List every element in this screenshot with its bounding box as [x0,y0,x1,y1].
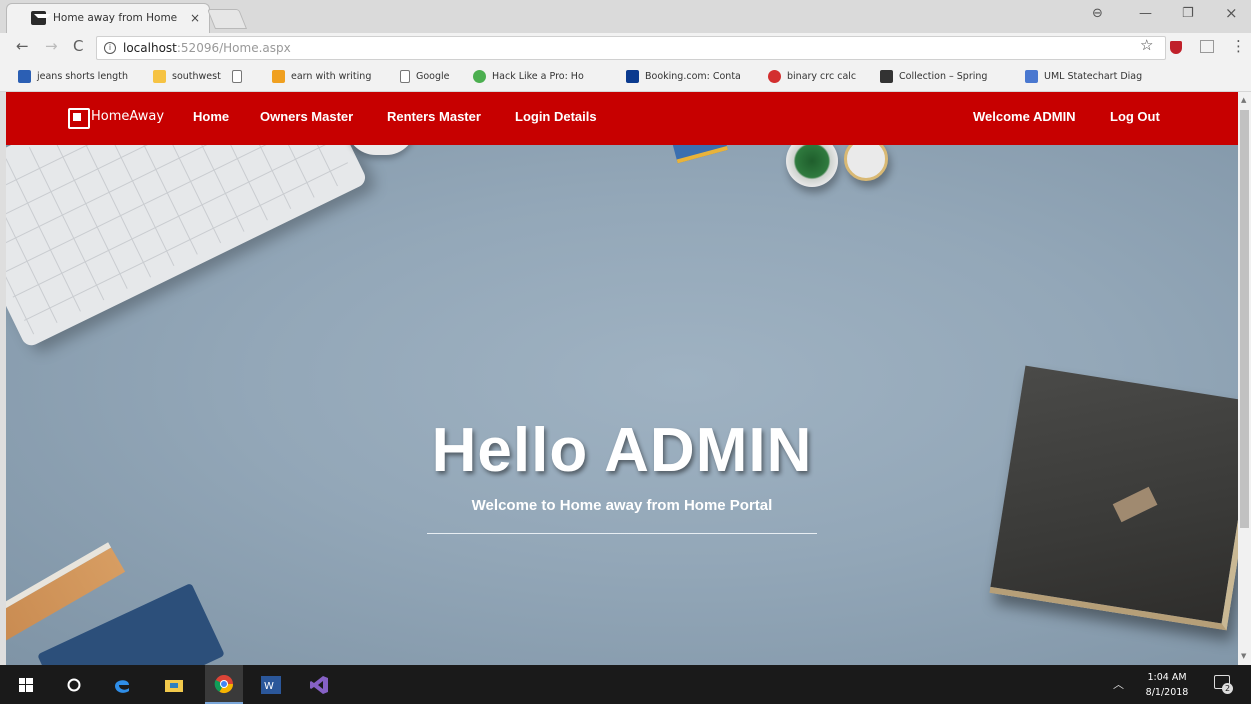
mouse-image [346,145,416,155]
bookmark-favicon-icon [473,70,486,83]
ink-cap-image [844,145,888,181]
notification-count-badge: 2 [1222,683,1233,694]
extension-icon[interactable] [1200,40,1214,53]
nav-home[interactable]: Home [193,109,229,124]
scroll-up-icon[interactable]: ▲ [1241,96,1246,104]
bookmark-item[interactable]: jeans shorts length [18,70,128,83]
scrollbar-thumb[interactable] [1240,110,1249,528]
ink-bottle-image [786,145,838,187]
new-tab-button[interactable] [206,9,248,29]
nav-owners-master[interactable]: Owners Master [260,109,353,124]
address-bar[interactable]: i localhost:52096/Home.aspx [96,36,1166,60]
bookmark-item[interactable]: Hack Like a Pro: Ho [473,70,584,83]
bookmark-favicon-icon [272,70,285,83]
cortana-search-icon[interactable] [55,665,93,704]
account-icon[interactable]: ⊖ [1092,6,1103,21]
browser-toolbar: ← → C i localhost:52096/Home.aspx ☆ ⋮ [0,33,1251,63]
page-icon [400,70,410,83]
homeaway-logo-icon [67,108,90,129]
hero-divider [427,533,817,534]
nav-renters-master[interactable]: Renters Master [387,109,481,124]
bookmark-favicon-icon [880,70,893,83]
svg-text:W: W [264,681,274,692]
logout-link[interactable]: Log Out [1110,109,1160,124]
homeaway-favicon-icon [31,11,51,25]
browser-tab-strip: Home away from Home × ⊖ — ❐ × [0,0,1251,33]
chrome-menu-icon[interactable]: ⋮ [1231,37,1246,55]
page-icon [232,70,242,83]
restore-button[interactable]: ❐ [1182,6,1194,21]
minimize-button[interactable]: — [1139,6,1152,21]
bookmark-favicon-icon [18,70,31,83]
site-info-icon[interactable]: i [104,42,116,54]
bookmark-item[interactable]: earn with writing [272,70,371,83]
visual-studio-icon[interactable] [300,665,338,704]
word-icon[interactable]: W [252,665,290,704]
system-clock[interactable]: 1:04 AM 8/1/2018 [1135,670,1199,700]
bookmark-item[interactable]: binary crc calc [768,70,856,83]
file-explorer-icon[interactable] [155,665,193,704]
folder-icon [153,70,166,83]
bookmark-item[interactable]: Collection – Spring [880,70,987,83]
edge-browser-icon[interactable] [103,665,141,704]
clock-date: 8/1/2018 [1145,687,1189,698]
bookmark-item[interactable]: Google [400,70,450,83]
bookmark-item[interactable] [232,70,248,83]
bookmark-item[interactable]: UML Statechart Diag [1025,70,1142,83]
bookmark-favicon-icon [1025,70,1038,83]
windows-start-icon[interactable] [7,665,45,704]
bookmark-star-icon[interactable]: ☆ [1140,36,1153,54]
brand-link[interactable]: HomeAway [67,108,165,129]
scroll-down-icon[interactable]: ▼ [1241,652,1246,660]
welcome-user[interactable]: Welcome ADMIN [973,109,1076,124]
booking-icon [626,70,639,83]
bookmark-item[interactable]: Booking.com: Conta [626,70,741,83]
brand-name: HomeAway [91,109,165,124]
tray-chevron-up-icon[interactable]: ︿ [1113,676,1124,692]
ublock-shield-icon[interactable] [1170,41,1182,54]
hero-banner: Hello ADMIN Welcome to Home away from Ho… [6,145,1238,665]
nav-login-details[interactable]: Login Details [515,109,597,124]
back-arrow-icon[interactable]: ← [16,37,29,55]
sticky-notes-image [672,145,728,164]
keyboard-image [6,145,369,349]
bookmark-favicon-icon [768,70,781,83]
windows-taskbar: W ︿ 1:04 AM 8/1/2018 2 [0,665,1251,704]
close-window-button[interactable]: × [1225,4,1238,22]
hero-title: Hello ADMIN [431,416,813,485]
page-scrollbar[interactable]: ▲ ▼ [1238,92,1251,665]
url-text: localhost:52096/Home.aspx [123,41,291,55]
reload-icon[interactable]: C [73,37,83,55]
hero-subtitle: Welcome to Home away from Home Portal [471,497,773,514]
chrome-taskbar-icon[interactable] [205,665,243,704]
site-navbar: HomeAway Home Owners Master Renters Mast… [6,92,1238,145]
tab-title: Home away from Home [53,12,178,24]
clock-time: 1:04 AM [1147,672,1187,683]
bookmark-item[interactable]: southwest [153,70,221,83]
browser-tab[interactable]: Home away from Home × [6,3,210,33]
tab-close-icon[interactable]: × [190,11,200,25]
bookmarks-bar: jeans shorts length southwest earn with … [0,63,1251,92]
forward-arrow-icon[interactable]: → [45,37,58,55]
